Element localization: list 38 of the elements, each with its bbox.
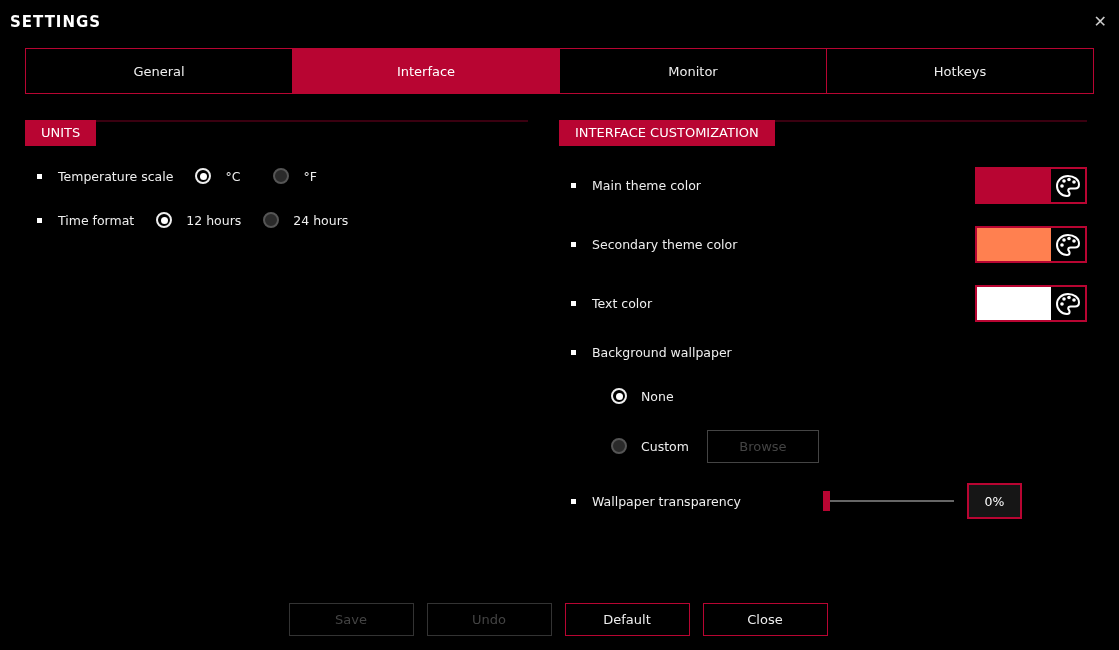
bullet-icon (571, 301, 576, 306)
footer-button[interactable]: Close (702, 603, 828, 636)
close-button[interactable]: ✕ (1093, 12, 1107, 31)
footer-button[interactable]: Default (564, 603, 690, 636)
setting-label: Temperature scale (58, 168, 174, 184)
bullet-icon (571, 242, 576, 247)
radio-label: 24 hours (293, 212, 349, 228)
setting-label: Text color (592, 296, 653, 311)
radio-button[interactable] (611, 438, 627, 454)
color-picker[interactable] (975, 226, 1087, 263)
color-picker[interactable] (975, 285, 1087, 322)
tab[interactable]: Interface (292, 49, 559, 93)
palette-icon (1055, 232, 1081, 257)
setting-label: Time format (58, 212, 135, 228)
color-picker[interactable] (975, 167, 1087, 204)
setting-label: Main theme color (592, 178, 701, 193)
setting-label: Background wallpaper (592, 344, 732, 360)
value-box: 0% (967, 483, 1022, 519)
setting-label: Wallpaper transparency (592, 493, 742, 509)
radio-label: °F (303, 168, 317, 184)
setting-label: Secondary theme color (592, 237, 738, 252)
radio-label: 12 hours (186, 212, 242, 228)
section-heading: INTERFACE CUSTOMIZATION (559, 120, 775, 146)
palette-icon (1055, 173, 1081, 198)
radio-label: None (641, 388, 674, 404)
bullet-icon (571, 498, 576, 504)
radio-button[interactable] (273, 168, 290, 184)
slider-thumb[interactable] (823, 491, 830, 511)
window-title: SETTINGS (10, 12, 102, 31)
palette-icon (1055, 291, 1081, 316)
bullet-icon (571, 349, 576, 355)
bullet-icon (37, 217, 42, 223)
bullet-icon (571, 183, 576, 188)
bullet-icon (37, 173, 42, 179)
radio-label: °C (225, 168, 241, 184)
section-heading: UNITS (25, 120, 97, 146)
radio-label: Custom (641, 438, 689, 454)
radio-button[interactable] (263, 212, 280, 228)
